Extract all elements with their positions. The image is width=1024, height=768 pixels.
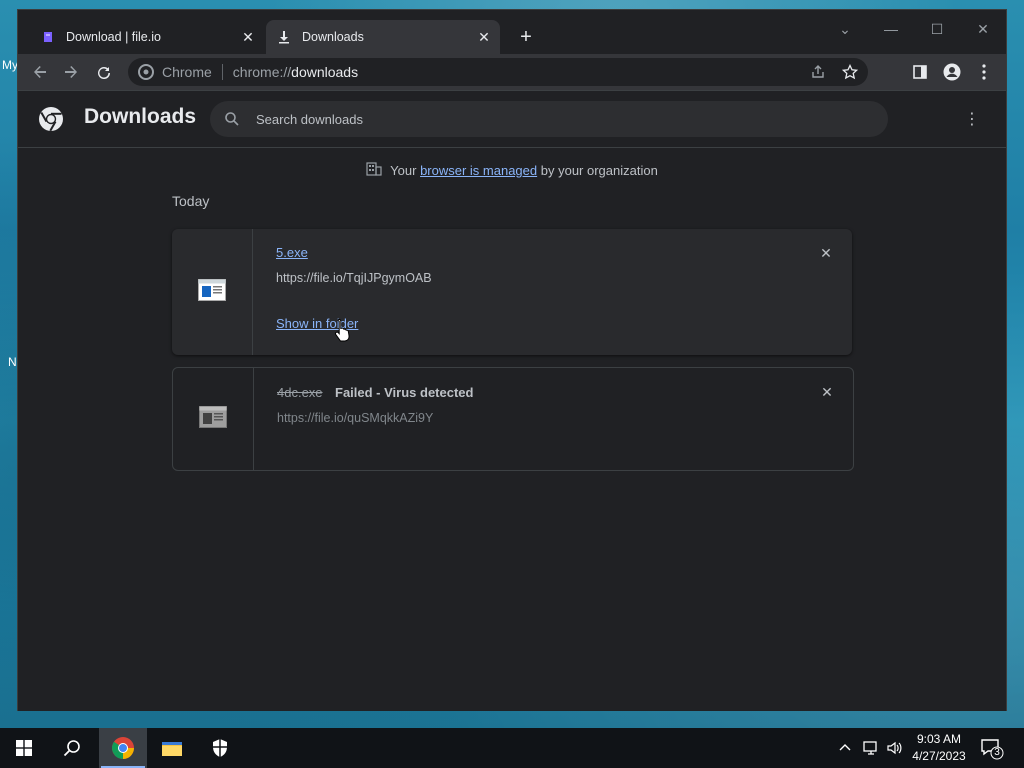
close-tab-icon[interactable]: ✕ (238, 27, 258, 47)
windows-icon (16, 740, 32, 756)
browser-menu-icon[interactable] (972, 60, 996, 84)
tray-chevron-icon[interactable] (838, 728, 852, 768)
download-icon (276, 29, 292, 45)
downloads-page: Downloads ⋮ Your browser is managed by y… (18, 90, 1006, 711)
bookmark-star-icon[interactable] (838, 60, 862, 84)
search-icon (63, 740, 80, 757)
taskbar: 9:03 AM 4/27/2023 3 (0, 728, 1024, 768)
address-bar[interactable]: Chrome chrome://downloads (128, 58, 868, 86)
desktop-label: My (2, 58, 18, 72)
close-tab-icon[interactable]: ✕ (474, 27, 494, 47)
start-button[interactable] (0, 728, 48, 768)
notification-center-icon[interactable]: 3 (980, 736, 1004, 760)
download-item: 4dc.exe Failed - Virus detected https://… (172, 367, 854, 471)
taskbar-search-button[interactable] (48, 728, 96, 768)
shield-icon (213, 739, 227, 757)
new-tab-button[interactable]: + (514, 25, 538, 49)
taskbar-chrome[interactable] (99, 728, 147, 768)
share-icon[interactable] (806, 60, 830, 84)
tab-title: Download | file.io (66, 30, 161, 44)
url-path: downloads (291, 64, 359, 80)
volume-icon[interactable] (886, 728, 904, 768)
tab-fileio[interactable]: Download | file.io ✕ (30, 20, 264, 54)
chrome-app-icon (112, 737, 134, 759)
search-input[interactable] (254, 110, 858, 128)
file-url: https://file.io/TqjIJPgymOAB (276, 271, 432, 285)
chrome-logo-icon (38, 106, 64, 132)
back-button[interactable] (28, 60, 52, 84)
site-label: Chrome (162, 64, 212, 80)
tab-title: Downloads (302, 30, 364, 44)
clock-time: 9:03 AM (916, 732, 962, 746)
download-item: 5.exe https://file.io/TqjIJPgymOAB Show … (172, 229, 852, 355)
tab-downloads[interactable]: Downloads ✕ (266, 20, 500, 54)
exe-file-icon (198, 278, 226, 306)
file-name-link[interactable]: 5.exe (276, 245, 308, 260)
forward-button[interactable] (59, 60, 83, 84)
search-icon (222, 109, 242, 129)
taskbar-security[interactable] (196, 728, 244, 768)
managed-text: Your browser is managed by your organiza… (390, 163, 658, 178)
managed-notice: Your browser is managed by your organiza… (18, 161, 1006, 180)
search-downloads-box[interactable] (210, 101, 888, 137)
side-panel-icon[interactable] (908, 60, 932, 84)
exe-file-icon (199, 405, 227, 433)
profile-icon[interactable] (940, 60, 964, 84)
date-heading: Today (172, 193, 210, 209)
taskbar-file-explorer[interactable] (148, 728, 196, 768)
browser-window: Download | file.io ✕ Downloads ✕ + ⌄ — ☐… (18, 10, 1006, 711)
page-header: Downloads ⋮ (18, 91, 1006, 148)
file-icon-column (173, 368, 254, 470)
browser-toolbar: Chrome chrome://downloads (18, 54, 1006, 90)
tab-strip: Download | file.io ✕ Downloads ✕ + ⌄ — ☐… (18, 10, 1006, 54)
notification-count-badge: 3 (994, 747, 1000, 758)
close-window-button[interactable]: ✕ (968, 16, 998, 42)
clock-date: 4/27/2023 (912, 749, 966, 763)
fileio-icon (40, 29, 56, 45)
status-text: Failed - Virus detected (335, 385, 474, 400)
maximize-button[interactable]: ☐ (922, 16, 952, 42)
file-url: https://file.io/quSMqkkAZi9Y (277, 411, 434, 425)
remove-item-icon[interactable]: ✕ (817, 382, 837, 402)
desktop-label: N (8, 355, 17, 369)
more-actions-icon[interactable]: ⋮ (962, 109, 982, 129)
managed-link[interactable]: browser is managed (420, 163, 537, 178)
folder-icon (162, 742, 182, 756)
file-name: 4dc.exe (277, 385, 323, 400)
tab-search-icon[interactable]: ⌄ (830, 16, 860, 42)
remove-item-icon[interactable]: ✕ (816, 243, 836, 263)
page-title: Downloads (84, 105, 197, 128)
chrome-icon (138, 64, 154, 80)
network-icon[interactable] (862, 728, 880, 768)
file-icon-column (172, 229, 253, 355)
omnibox-actions (806, 58, 868, 86)
reload-button[interactable] (92, 60, 116, 84)
omnibox-divider (221, 64, 223, 80)
system-clock[interactable]: 9:03 AM 4/27/2023 (908, 731, 970, 765)
hand-cursor-icon (334, 318, 352, 342)
url-scheme: chrome:// (232, 64, 292, 80)
minimize-button[interactable]: — (876, 16, 906, 42)
building-icon (366, 161, 382, 180)
